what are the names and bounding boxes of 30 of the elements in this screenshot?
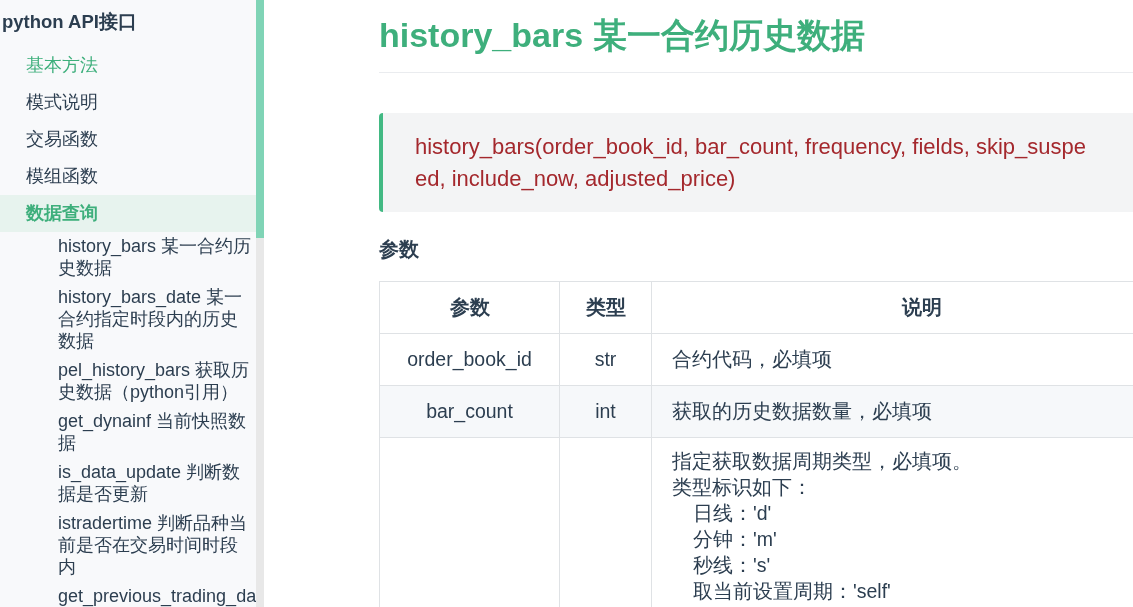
sidebar-sublink[interactable]: get_previous_trading_da bbox=[58, 584, 254, 607]
description-line: 秒线：'s' bbox=[693, 553, 772, 578]
table-cell: int bbox=[559, 385, 652, 438]
sidebar-sublink[interactable]: get_dynainf 当前快照数据 bbox=[58, 409, 254, 454]
table-header-cell: 参数 bbox=[379, 281, 560, 334]
sidebar-link[interactable]: 模式说明 bbox=[0, 83, 256, 121]
description-line: 指定获取数据周期类型，必填项。 bbox=[672, 449, 973, 474]
sidebar-heading[interactable]: python API接口 bbox=[0, 10, 256, 34]
sidebar-sublink[interactable]: history_bars_date 某一合约指定时段内的历史数据 bbox=[58, 285, 254, 352]
table-header-cell: 说明 bbox=[651, 281, 1133, 334]
sidebar-sublink[interactable]: history_bars 某一合约历史数据 bbox=[58, 234, 254, 279]
sidebar-link[interactable]: 模组函数 bbox=[0, 157, 256, 195]
sidebar-sublink[interactable]: istradertime 判断品种当前是否在交易时间时段内 bbox=[58, 511, 254, 578]
description-line: 日线：'d' bbox=[693, 501, 773, 526]
code-line: history_bars(order_book_id, bar_count, frequency, fields, skip_suspe bbox=[415, 132, 1087, 161]
sidebar-sublink[interactable]: pel_history_bars 获取历史数据（python引用） bbox=[58, 358, 254, 403]
sidebar-link[interactable]: 交易函数 bbox=[0, 120, 256, 158]
table-cell: order_book_id bbox=[379, 333, 560, 386]
description-line: 取当前设置周期：'self' bbox=[693, 579, 892, 604]
sidebar-sublink[interactable]: is_data_update 判断数据是否更新 bbox=[58, 460, 254, 505]
code-line: ed, include_now, adjusted_price) bbox=[415, 164, 737, 193]
scrollbar-thumb[interactable] bbox=[256, 0, 264, 238]
table-cell: str bbox=[559, 333, 652, 386]
table-header-cell: 类型 bbox=[559, 281, 652, 334]
description-line: 类型标识如下： bbox=[672, 475, 813, 500]
table-cell: bar_count bbox=[379, 385, 560, 438]
section-heading: 参数 bbox=[379, 237, 420, 262]
table-cell: 获取的历史数据数量，必填项 bbox=[651, 385, 1133, 438]
page-title: history_bars 某一合约历史数据 bbox=[379, 0, 1133, 73]
description-line: 分钟：'m' bbox=[693, 527, 778, 552]
